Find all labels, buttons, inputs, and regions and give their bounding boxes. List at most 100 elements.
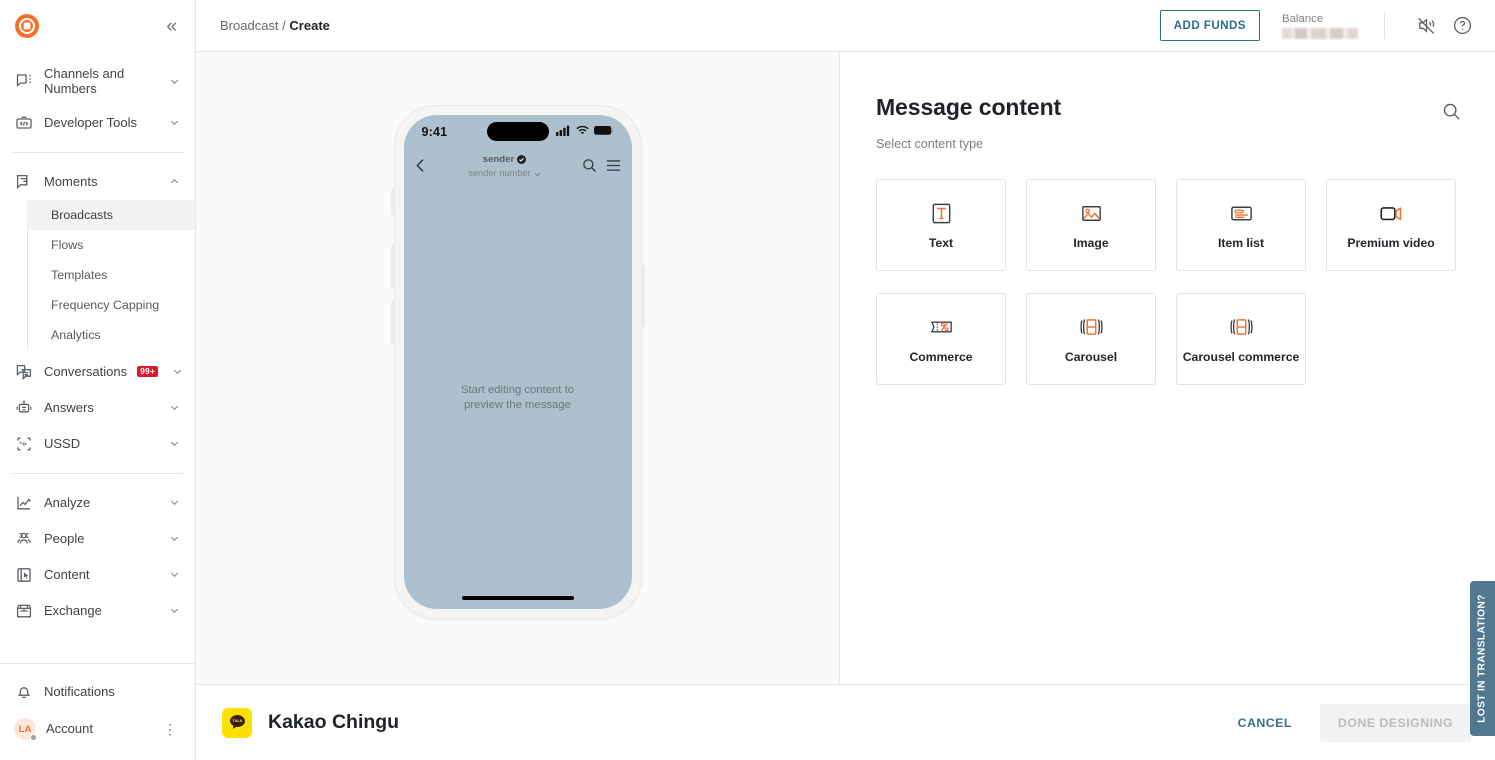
sender-number-row[interactable]: sender number: [468, 164, 541, 182]
sidebar-item-developer-tools[interactable]: Developer Tools: [0, 105, 195, 141]
phone-status-bar: 9:41: [404, 115, 632, 149]
page-title: Message content: [876, 94, 1062, 120]
sidebar-item-flows[interactable]: Flows: [27, 230, 195, 260]
sidebar-item-label: Account: [46, 721, 93, 737]
chevron-down-icon[interactable]: [167, 437, 181, 451]
breadcrumb-current: Create: [289, 18, 330, 33]
cellular-signal-icon: [555, 123, 571, 141]
status-icons: [555, 123, 614, 141]
bullseye-logo-icon[interactable]: [14, 13, 40, 39]
chevron-down-icon[interactable]: [167, 568, 181, 582]
chevron-down-icon[interactable]: [167, 74, 181, 88]
sidebar-item-account[interactable]: LA Account ⋮: [0, 710, 195, 748]
speaker-muted-icon[interactable]: [1411, 11, 1441, 41]
content-type-card-premium-video[interactable]: Premium video: [1326, 179, 1456, 271]
content-subtitle: Select content type: [876, 137, 984, 151]
done-designing-button[interactable]: DONE DESIGNING: [1319, 703, 1471, 742]
nav-group-data: Analyze People Content Exchange: [0, 483, 195, 631]
presence-dot: [30, 734, 37, 741]
cancel-button[interactable]: CANCEL: [1234, 706, 1296, 740]
content-type-card-carousel[interactable]: Carousel: [1026, 293, 1156, 385]
dynamic-island: [486, 122, 549, 141]
content-type-card-image[interactable]: Image: [1026, 179, 1156, 271]
content-type-label: Item list: [1217, 236, 1265, 250]
message-preview-pane: 9:41 sender sender number Start editing …: [196, 52, 840, 684]
chevron-down-icon[interactable]: [167, 604, 181, 618]
sidebar-subitem-label: Flows: [51, 237, 84, 252]
lost-in-translation-label: LOST IN TRANSLATION?: [1477, 594, 1489, 723]
phone-volume-down-button: [390, 301, 394, 345]
sidebar-item-frequency-capping[interactable]: Frequency Capping: [27, 290, 195, 320]
sidebar-item-templates[interactable]: Templates: [27, 260, 195, 290]
breadcrumb: Broadcast / Create: [220, 18, 330, 33]
sidebar-item-label: Exchange: [44, 602, 102, 618]
chevron-double-left-icon[interactable]: «: [162, 15, 179, 38]
sidebar-item-channels-and-numbers[interactable]: Channels and Numbers: [0, 58, 195, 105]
sidebar-item-label: People: [44, 530, 85, 546]
toolbar-divider: [1384, 12, 1385, 39]
content-type-label: Carousel commerce: [1182, 350, 1300, 364]
content-type-card-commerce[interactable]: Commerce: [876, 293, 1006, 385]
main-region: Broadcast / Create ADD FUNDS Balance 9:4…: [196, 0, 1495, 760]
sidebar-item-moments[interactable]: Moments: [0, 164, 195, 200]
chevron-up-icon[interactable]: [167, 175, 181, 189]
search-icon[interactable]: [1442, 94, 1461, 126]
avatar-initials: LA: [18, 723, 32, 735]
sidebar-item-broadcasts[interactable]: Broadcasts: [27, 199, 195, 230]
content-type-card-item-list[interactable]: Item list: [1176, 179, 1306, 271]
sidebar-item-ussd[interactable]: *# USSD: [0, 426, 195, 462]
chevron-down-icon[interactable]: [170, 365, 184, 379]
lost-in-translation-tab[interactable]: LOST IN TRANSLATION?: [1470, 581, 1495, 736]
sidebar-item-answers[interactable]: Answers: [0, 390, 195, 426]
content-type-card-carousel-commerce[interactable]: Carousel commerce: [1176, 293, 1306, 385]
sidebar-item-people[interactable]: People: [0, 521, 195, 557]
help-circle-icon[interactable]: [1447, 11, 1477, 41]
phone-power-button: [641, 265, 645, 327]
content-header: Message content: [876, 94, 1461, 126]
text-type-icon: [929, 200, 954, 226]
footer-actions: CANCEL DONE DESIGNING: [1234, 703, 1471, 742]
sidebar-item-exchange[interactable]: Exchange: [0, 593, 195, 629]
sidebar-item-content[interactable]: Content: [0, 557, 195, 593]
sidebar-item-notifications[interactable]: Notifications: [0, 674, 195, 710]
preview-placeholder-line1: Start editing content to: [460, 383, 575, 396]
sidebar-footer: Notifications LA Account ⋮: [0, 663, 195, 760]
sidebar-item-analyze[interactable]: Analyze: [0, 485, 195, 521]
svg-text:*#: *#: [19, 439, 27, 448]
sidebar-item-analytics[interactable]: Analytics: [27, 320, 195, 350]
phone-mockup: 9:41 sender sender number Start editing …: [390, 105, 645, 619]
add-funds-button[interactable]: ADD FUNDS: [1159, 10, 1260, 41]
sidebar-item-label: Content: [44, 566, 90, 582]
premium-video-type-icon: [1378, 200, 1404, 226]
search-icon[interactable]: [582, 158, 597, 178]
chevron-left-icon[interactable]: [415, 158, 426, 178]
ussd-star-hash-icon: *#: [14, 434, 34, 454]
kebab-menu-icon[interactable]: ⋮: [159, 722, 181, 736]
sidebar-subitem-label: Frequency Capping: [51, 297, 160, 312]
chat-title-block: sender sender number: [434, 154, 576, 182]
chevron-down-icon[interactable]: [167, 116, 181, 130]
conversations-icon: [14, 362, 34, 382]
nav-group-moments: Moments Broadcasts Flows Templates Frequ…: [0, 162, 195, 352]
message-content-pane: Message content Select content type Text…: [840, 52, 1495, 684]
content-type-grid: Text Image Item list Premium video Comme…: [876, 179, 1461, 385]
chevron-down-icon[interactable]: [167, 496, 181, 510]
phone-screen-body: Start editing content to preview the mes…: [404, 186, 632, 609]
chevron-down-icon[interactable]: [167, 532, 181, 546]
hamburger-menu-icon[interactable]: [606, 159, 621, 177]
content-type-card-text[interactable]: Text: [876, 179, 1006, 271]
nav-divider: [12, 472, 183, 474]
sidebar-item-conversations[interactable]: Conversations 99+: [0, 354, 195, 390]
sidebar-subitem-label: Analytics: [51, 327, 101, 342]
chevron-down-icon[interactable]: [167, 401, 181, 415]
nav-divider: [12, 151, 183, 153]
breadcrumb-parent[interactable]: Broadcast: [220, 18, 279, 33]
balance-value-redacted: [1282, 27, 1358, 39]
caret-down-icon: [534, 164, 541, 182]
top-bar-actions: ADD FUNDS Balance: [1159, 10, 1477, 41]
storefront-icon: [14, 601, 34, 621]
chat-header-actions: [582, 158, 621, 178]
carousel-commerce-icon: [1228, 314, 1255, 340]
sidebar-item-label: Channels and Numbers: [44, 66, 125, 97]
content-type-label: Carousel: [1064, 350, 1118, 364]
